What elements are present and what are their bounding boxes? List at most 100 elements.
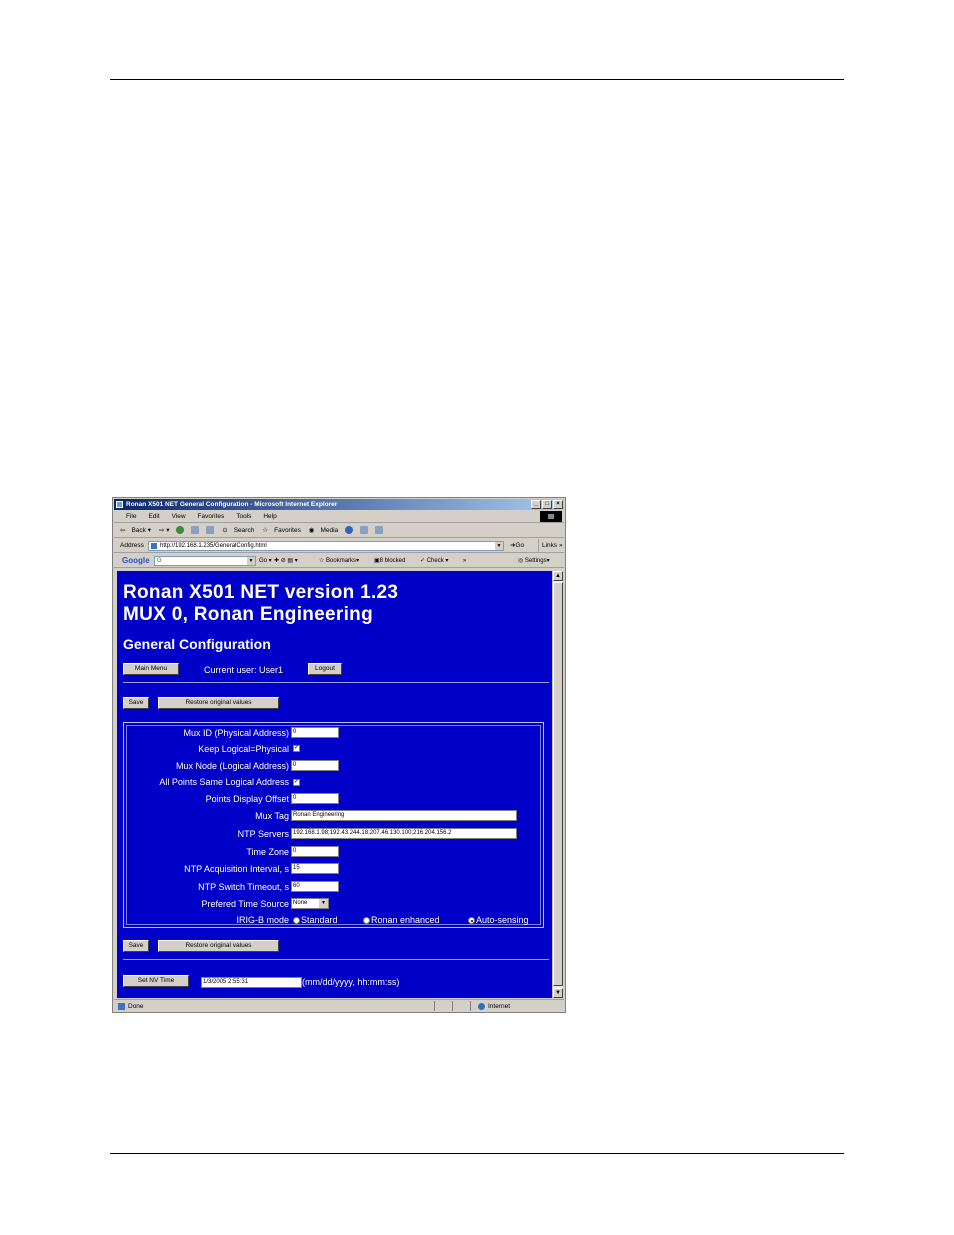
menu-file[interactable]: File bbox=[126, 510, 136, 523]
back-button[interactable]: ⇦ Back ▾ bbox=[120, 524, 151, 538]
settings-label: Settings bbox=[524, 558, 547, 564]
irig-radio-enhanced[interactable]: Ronan enhanced bbox=[363, 914, 440, 926]
go-label: Go bbox=[515, 542, 525, 549]
page-icon bbox=[151, 543, 157, 549]
main-menu-button[interactable]: Main Menu bbox=[123, 663, 179, 675]
all-points-checkbox[interactable]: ✓ bbox=[293, 779, 300, 786]
refresh-icon[interactable] bbox=[191, 526, 200, 535]
points-offset-input[interactable]: 0 bbox=[291, 793, 339, 804]
page-done-icon bbox=[118, 1003, 125, 1010]
home-icon[interactable] bbox=[206, 526, 215, 535]
save-button-top[interactable]: Save bbox=[123, 697, 149, 709]
logout-button[interactable]: Logout bbox=[308, 663, 342, 675]
radio-icon bbox=[293, 917, 300, 925]
mail-icon[interactable] bbox=[360, 526, 369, 535]
forward-button[interactable]: ⇨ ▾ bbox=[159, 524, 170, 538]
page-header-rule bbox=[110, 79, 844, 80]
google-go-button[interactable]: Go ▾ bbox=[259, 554, 272, 568]
irig-radio-standard[interactable]: Standard bbox=[293, 914, 338, 926]
google-search-input[interactable]: G ▼ bbox=[154, 556, 256, 566]
address-label: Address bbox=[120, 542, 144, 549]
nv-time-input[interactable]: 1/3/2005 2:55:31 bbox=[201, 977, 302, 988]
menu-tools[interactable]: Tools bbox=[236, 510, 251, 523]
page-footer-rule bbox=[110, 1153, 844, 1154]
address-bar: Address http://192.168.1.235/GeneralConf… bbox=[114, 539, 564, 553]
nv-time-format: (mm/dd/yyyy, hh:mm:ss) bbox=[302, 977, 400, 987]
all-points-label: All Points Same Logical Address bbox=[159, 777, 289, 787]
favorites-label: Favorites bbox=[274, 527, 301, 534]
stop-icon[interactable] bbox=[176, 526, 185, 535]
bookmarks-button[interactable]: ☆ Bookmarks▾ bbox=[319, 554, 359, 568]
google-go-label: Go bbox=[259, 558, 268, 564]
irig-enhanced-label: Ronan enhanced bbox=[371, 915, 440, 925]
scroll-thumb[interactable] bbox=[553, 582, 563, 986]
pref-source-select[interactable]: None ▼ bbox=[291, 898, 329, 909]
pref-source-value: None bbox=[293, 900, 308, 906]
menu-help[interactable]: Help bbox=[263, 510, 276, 523]
print-icon[interactable] bbox=[375, 526, 384, 535]
google-dropdown-icon[interactable]: ▼ bbox=[247, 557, 255, 565]
history-icon[interactable] bbox=[345, 526, 354, 535]
google-extra-icons[interactable]: ✚ ⊘ ▤ ▾ bbox=[274, 554, 298, 568]
radio-selected-icon bbox=[468, 917, 475, 925]
more-chevron-icon[interactable]: » bbox=[463, 554, 466, 568]
ie-icon bbox=[116, 501, 123, 508]
scroll-down-icon[interactable]: ▼ bbox=[553, 988, 563, 998]
ntp-switch-input[interactable]: 60 bbox=[291, 881, 339, 892]
standard-toolbar: ⇦ Back ▾ ⇨ ▾ ⊙ Search ☆ Favorites ◉ Media bbox=[114, 524, 564, 538]
irig-radio-auto[interactable]: Auto-sensing bbox=[468, 914, 529, 926]
go-button[interactable]: ➜Go bbox=[510, 539, 524, 553]
minimize-button[interactable]: _ bbox=[531, 500, 541, 509]
config-fieldset bbox=[123, 722, 544, 928]
security-zone: Internet bbox=[478, 1000, 510, 1012]
points-offset-label: Points Display Offset bbox=[205, 794, 289, 804]
media-button[interactable]: ◉ Media bbox=[309, 524, 338, 538]
mux-id-input[interactable]: 0 bbox=[291, 727, 339, 738]
close-button[interactable]: × bbox=[553, 500, 563, 509]
time-zone-label: Time Zone bbox=[246, 847, 289, 857]
irig-standard-label: Standard bbox=[301, 915, 338, 925]
favorites-button[interactable]: ☆ Favorites bbox=[262, 524, 301, 538]
popup-blocked-button[interactable]: ▣8 blocked bbox=[374, 554, 405, 568]
address-url: http://192.168.1.235/GeneralConfig.html bbox=[160, 543, 267, 549]
window-title: Ronan X501 NET General Configuration - M… bbox=[126, 501, 338, 508]
page-viewport: Ronan X501 NET version 1.23 MUX 0, Ronan… bbox=[117, 571, 552, 998]
status-divider bbox=[434, 1001, 435, 1011]
ntp-servers-input[interactable]: 192.168.1.98;192.43.244.18;207.46.130.10… bbox=[291, 828, 517, 839]
time-zone-input[interactable]: 0 bbox=[291, 846, 339, 857]
vertical-scrollbar[interactable]: ▲ ▼ bbox=[552, 571, 563, 998]
chevron-down-icon[interactable]: ▼ bbox=[319, 899, 328, 908]
scroll-up-icon[interactable]: ▲ bbox=[553, 571, 563, 581]
mux-node-input[interactable]: 0 bbox=[291, 760, 339, 771]
settings-button[interactable]: ◎ Settings▾ bbox=[518, 554, 550, 568]
mux-tag-label: Mux Tag bbox=[255, 811, 289, 821]
keep-logical-checkbox[interactable]: ✓ bbox=[293, 745, 300, 752]
restore-button-bottom[interactable]: Restore original values bbox=[158, 940, 279, 952]
page-heading-mux: MUX 0, Ronan Engineering bbox=[123, 604, 373, 625]
keep-logical-label: Keep Logical=Physical bbox=[198, 744, 289, 754]
divider bbox=[123, 959, 549, 960]
menu-view[interactable]: View bbox=[172, 510, 186, 523]
ntp-acq-input[interactable]: 15 bbox=[291, 863, 339, 874]
set-nv-time-button[interactable]: Set NV Time bbox=[123, 975, 189, 987]
current-user-text: Current user: User1 bbox=[204, 665, 284, 675]
spellcheck-button[interactable]: ✓ Check ▾ bbox=[420, 554, 448, 568]
mux-tag-input[interactable]: Ronan Engineering bbox=[291, 810, 517, 821]
maximize-button[interactable]: □ bbox=[542, 500, 552, 509]
save-button-bottom[interactable]: Save bbox=[123, 940, 149, 952]
page-heading-version: Ronan X501 NET version 1.23 bbox=[123, 582, 399, 603]
window-titlebar[interactable]: Ronan X501 NET General Configuration - M… bbox=[114, 499, 564, 510]
links-button[interactable]: Links » bbox=[538, 539, 563, 553]
menu-edit[interactable]: Edit bbox=[148, 510, 159, 523]
address-dropdown-icon[interactable]: ▼ bbox=[495, 542, 503, 550]
bookmarks-label: Bookmarks bbox=[326, 558, 357, 564]
restore-button-top[interactable]: Restore original values bbox=[158, 697, 279, 709]
links-label: Links bbox=[542, 542, 558, 549]
status-divider bbox=[470, 1001, 471, 1011]
browser-window: Ronan X501 NET General Configuration - M… bbox=[112, 497, 566, 1013]
menu-favorites[interactable]: Favorites bbox=[198, 510, 225, 523]
status-bar: Done Internet bbox=[114, 999, 564, 1012]
mux-id-label: Mux ID (Physical Address) bbox=[183, 728, 289, 738]
address-input[interactable]: http://192.168.1.235/GeneralConfig.html … bbox=[148, 541, 504, 551]
search-button[interactable]: ⊙ Search bbox=[222, 524, 254, 538]
